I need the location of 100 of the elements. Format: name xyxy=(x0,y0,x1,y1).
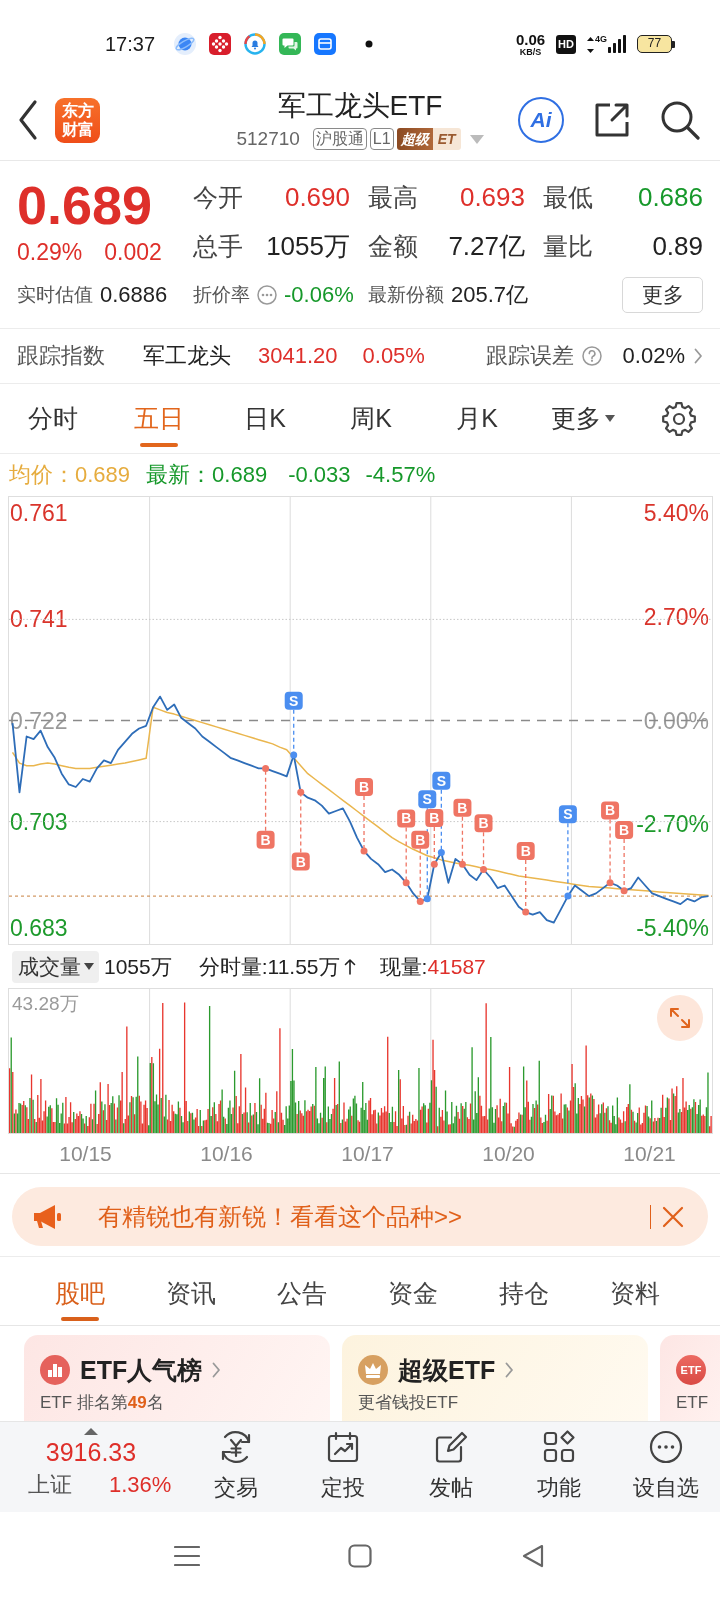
section-tab[interactable]: 资金 xyxy=(357,1257,468,1325)
percent-axis-label: 2.70% xyxy=(643,603,709,630)
help-icon[interactable] xyxy=(581,346,602,366)
more-icon[interactable] xyxy=(648,1429,685,1465)
chart-tab[interactable]: 周K xyxy=(318,384,424,453)
search-icon[interactable] xyxy=(660,100,700,140)
percent-axis-label: 0.00% xyxy=(643,707,709,734)
change-percent: 0.29% xyxy=(17,239,83,265)
podium-icon xyxy=(40,1355,70,1385)
stat-label: 量比 xyxy=(543,231,593,262)
status-time: 17:37 xyxy=(105,32,156,56)
percent-change: -4.57% xyxy=(365,462,436,488)
price-axis-label: 0.683 xyxy=(10,915,68,941)
interval-volume: 分时量:11.55万 xyxy=(198,953,340,980)
index-change: 0.05% xyxy=(362,343,425,369)
settings-icon[interactable] xyxy=(662,401,696,436)
percent-axis-label: 5.40% xyxy=(643,500,709,527)
trade-marker: B xyxy=(256,830,275,849)
chevron-right-icon xyxy=(212,1362,222,1378)
crown-icon xyxy=(358,1355,388,1385)
more-menu-button[interactable]: 更多 xyxy=(530,384,636,453)
last-price: 0.689 xyxy=(17,177,153,233)
stat-label: 总手 xyxy=(193,231,243,262)
nav-item[interactable]: 设自选 xyxy=(612,1422,720,1512)
date-label: 10/20 xyxy=(481,1141,536,1166)
stat-label: 最低 xyxy=(543,182,593,213)
price-axis-label: 0.761 xyxy=(10,500,68,526)
more-info-icon[interactable] xyxy=(257,285,277,305)
price-change: -0.033 xyxy=(288,462,351,488)
nav-item[interactable]: 定投 xyxy=(289,1422,398,1512)
data-arrows-icon xyxy=(587,37,594,53)
edit-icon[interactable] xyxy=(433,1429,469,1465)
stat-label: 金额 xyxy=(368,231,418,262)
caret-down-icon[interactable] xyxy=(84,963,94,970)
network-speed-unit: KB/S xyxy=(519,47,542,57)
nav-item[interactable]: 功能 xyxy=(504,1422,613,1512)
section-tab[interactable]: 公告 xyxy=(246,1257,357,1325)
trade-marker: B xyxy=(453,798,472,817)
trade-marker: S xyxy=(432,771,451,790)
megaphone-icon xyxy=(33,1203,63,1230)
ai-assistant-button[interactable]: Ai xyxy=(518,97,564,143)
planet-app-icon xyxy=(174,33,197,55)
chevron-right-icon xyxy=(505,1362,515,1378)
detail-value: 205.7亿 xyxy=(451,281,529,309)
feature-card[interactable]: ETF人气榜 ETF 排名第49名 xyxy=(24,1335,330,1421)
section-tab[interactable]: 持仓 xyxy=(468,1257,579,1325)
trade-marker: B xyxy=(474,814,493,833)
nav-item[interactable]: 交易 xyxy=(182,1422,290,1512)
tracking-error-label: 跟踪误差 xyxy=(485,342,574,370)
price-axis-label: 0.741 xyxy=(10,606,68,633)
caret-up-icon[interactable] xyxy=(84,1428,98,1435)
trade-marker: B xyxy=(601,801,620,820)
marker-leader-line xyxy=(480,831,488,873)
back-icon[interactable] xyxy=(521,1544,545,1568)
etf-badge: ETF xyxy=(676,1355,706,1385)
fund-code: 512710 xyxy=(236,128,300,150)
app-logo: 东方 财富 xyxy=(55,97,100,143)
chart-tab[interactable]: 分时 xyxy=(0,384,106,453)
menu-icon[interactable] xyxy=(174,1545,200,1567)
nav-item[interactable]: 发帖 xyxy=(397,1422,505,1512)
caret-down-icon[interactable] xyxy=(605,415,615,422)
trade-marker: B xyxy=(397,809,416,828)
chart-tab[interactable]: 月K xyxy=(424,384,530,453)
trade-marker: B xyxy=(516,841,535,860)
more-button[interactable]: 更多 xyxy=(622,277,703,313)
section-tab[interactable]: 资讯 xyxy=(135,1257,246,1325)
market-tag: 沪股通 xyxy=(312,128,367,150)
stat-value: 1055万 xyxy=(266,230,350,263)
card-app-icon xyxy=(314,33,337,55)
detail-value: 0.6886 xyxy=(100,282,168,308)
chart-tab[interactable]: 日K xyxy=(212,384,318,453)
expand-icon xyxy=(668,1006,692,1030)
feature-card[interactable]: ETF ETF xyxy=(660,1335,720,1421)
index-name: 军工龙头 xyxy=(143,342,231,370)
average-price-label: 均价：0.689 xyxy=(9,461,131,489)
latest-price-label: 最新：0.689 xyxy=(146,461,268,489)
close-icon[interactable] xyxy=(662,1205,684,1228)
detail-label: 折价率 xyxy=(193,283,250,307)
section-tab[interactable]: 资料 xyxy=(579,1257,690,1325)
share-icon[interactable] xyxy=(593,101,631,139)
expand-button[interactable] xyxy=(657,995,703,1041)
tracking-error-value: 0.02% xyxy=(622,343,685,369)
volume-selector[interactable]: 成交量 xyxy=(12,950,99,983)
battery-indicator: 77 xyxy=(637,35,675,53)
network-type: 4G xyxy=(595,35,607,44)
marker-leader-line xyxy=(262,764,270,832)
marker-leader-line xyxy=(402,826,410,887)
bell-app-icon xyxy=(244,33,267,55)
card-subtitle: 更省钱投ETF xyxy=(358,1393,460,1413)
trade-marker: S xyxy=(284,691,303,710)
home-icon[interactable] xyxy=(348,1544,372,1568)
market-tag: L1 xyxy=(369,128,394,150)
series-label: S xyxy=(289,692,299,709)
section-tab[interactable]: 股吧 xyxy=(24,1257,135,1325)
stat-value: 0.89 xyxy=(652,231,703,262)
trade-marker: B xyxy=(615,821,634,840)
notification-dot-icon xyxy=(365,40,374,48)
feature-card[interactable]: 超级ETF 更省钱投ETF xyxy=(342,1335,648,1421)
chevron-right-icon[interactable] xyxy=(694,348,703,364)
trade-marker: B xyxy=(411,830,430,849)
